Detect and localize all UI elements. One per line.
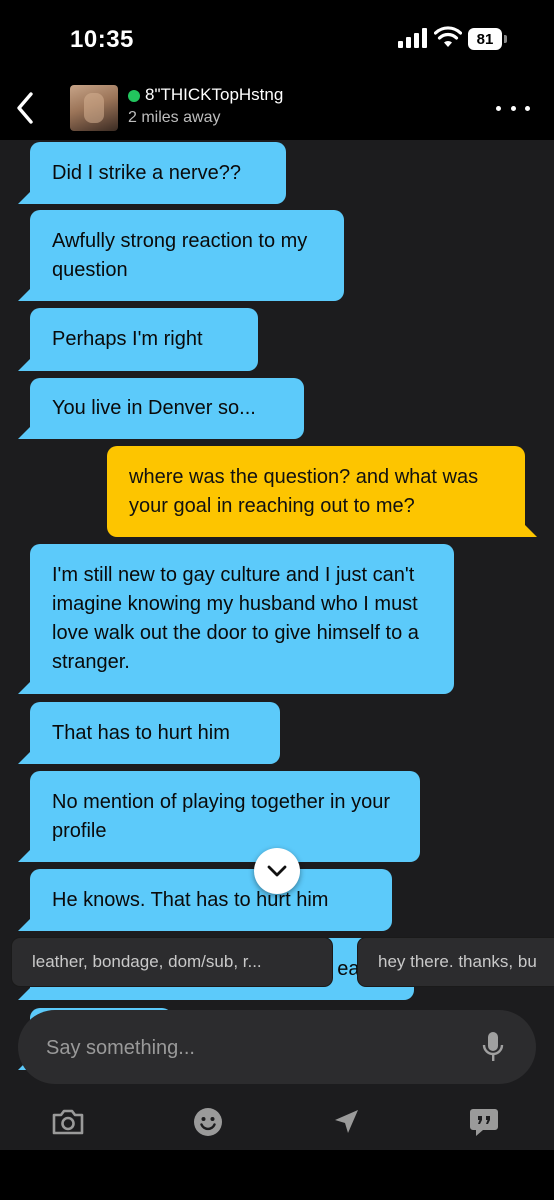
message-composer xyxy=(18,1010,536,1084)
message-bubble-incoming[interactable]: I'm still new to gay culture and I just … xyxy=(18,544,454,694)
microphone-icon xyxy=(482,1032,504,1061)
camera-button[interactable] xyxy=(48,1102,88,1142)
message-bubble-incoming[interactable]: That has to hurt him xyxy=(18,702,280,764)
message-text: That has to hurt him xyxy=(52,721,230,744)
chevron-left-icon xyxy=(17,92,33,124)
scroll-to-bottom-button[interactable] xyxy=(254,848,300,894)
more-horizontal-icon xyxy=(496,105,501,111)
home-indicator-area xyxy=(0,1150,554,1200)
quick-reply-chip[interactable]: hey there. thanks, bu xyxy=(358,938,554,986)
message-bubble-incoming[interactable]: No mention of playing together in your p… xyxy=(18,771,420,862)
camera-icon xyxy=(52,1109,84,1135)
message-thread[interactable]: Did I strike a nerve?? Awfully strong re… xyxy=(0,140,554,1150)
status-time: 10:35 xyxy=(70,26,134,53)
message-bubble-incoming[interactable]: Did I strike a nerve?? xyxy=(18,142,286,204)
message-bubble-incoming[interactable]: You live in Denver so... xyxy=(18,378,304,439)
profile-name[interactable]: 8"THICKTopHstng xyxy=(145,85,283,105)
status-bar: 10:35 81 xyxy=(0,0,554,80)
more-options-button[interactable] xyxy=(496,98,530,118)
quote-bubble-icon xyxy=(470,1109,498,1136)
chevron-down-icon xyxy=(267,865,287,877)
message-text: I'm still new to gay culture and I just … xyxy=(52,564,419,673)
message-bubble-outgoing[interactable]: where was the question? and what was you… xyxy=(107,446,537,537)
chat-toolbar xyxy=(0,1094,554,1150)
quick-reply-text: leather, bondage, dom/sub, r... xyxy=(32,952,262,971)
location-arrow-icon xyxy=(335,1110,358,1133)
message-text: Did I strike a nerve?? xyxy=(52,161,241,184)
quick-reply-text: hey there. thanks, bu xyxy=(378,952,537,971)
smiley-icon xyxy=(194,1108,222,1136)
send-location-button[interactable] xyxy=(326,1102,366,1142)
message-bubble-incoming[interactable]: Perhaps I'm right xyxy=(18,308,258,371)
online-status-dot xyxy=(128,90,140,102)
quick-reply-chip[interactable]: leather, bondage, dom/sub, r... xyxy=(12,938,332,986)
message-text: Awfully strong reaction to my question xyxy=(52,229,308,281)
wifi-icon xyxy=(434,26,462,47)
message-text: No mention of playing together in your p… xyxy=(52,790,390,842)
message-bubble-incoming[interactable]: He knows. That has to hurt him xyxy=(18,869,392,931)
voice-message-button[interactable] xyxy=(478,1028,508,1066)
cellular-signal-icon xyxy=(398,28,427,48)
back-button[interactable] xyxy=(10,88,40,128)
message-input[interactable] xyxy=(44,1028,448,1068)
battery-level: 81 xyxy=(468,28,502,50)
chat-header: 8"THICKTopHstng 2 miles away xyxy=(0,80,554,140)
battery-icon: 81 xyxy=(468,28,508,50)
message-text: where was the question? and what was you… xyxy=(129,465,479,517)
emoji-button[interactable] xyxy=(188,1102,228,1142)
message-text: You live in Denver so... xyxy=(52,397,256,419)
message-bubble-incoming[interactable]: Awfully strong reaction to my question xyxy=(18,210,344,301)
profile-avatar[interactable] xyxy=(70,85,118,131)
profile-distance: 2 miles away xyxy=(128,109,221,126)
saved-phrases-button[interactable] xyxy=(464,1102,504,1142)
message-text: Perhaps I'm right xyxy=(52,328,203,350)
